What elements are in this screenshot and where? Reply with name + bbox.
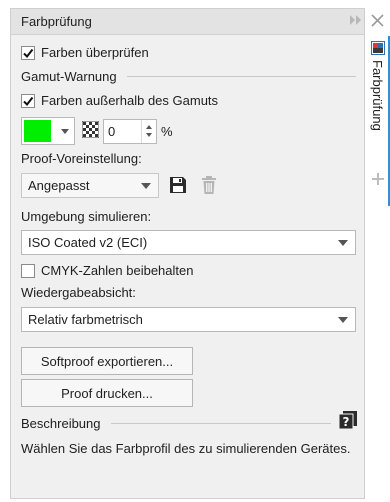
- chevron-down-icon: [61, 129, 69, 134]
- check-colors-row[interactable]: Farben überprüfen: [21, 45, 149, 60]
- rendering-intent-label: Wiedergabeabsicht:: [21, 285, 136, 300]
- preserve-cmyk-label: CMYK-Zahlen beibehalten: [41, 263, 194, 278]
- gamut-warning-title: Gamut-Warnung: [21, 69, 117, 84]
- section-divider: [110, 423, 331, 424]
- rendering-intent-select[interactable]: Relativ farbmetrisch: [21, 307, 356, 332]
- description-text: Wählen Sie das Farbprofil des zu simulie…: [21, 441, 351, 456]
- percent-unit: %: [161, 124, 173, 139]
- checkmark-icon: [23, 96, 34, 106]
- chevron-down-icon: [141, 183, 151, 189]
- simulate-env-label: Umgebung simulieren:: [21, 209, 152, 224]
- out-of-gamut-row[interactable]: Farben außerhalb des Gamuts: [21, 93, 218, 108]
- color-proof-icon: [371, 41, 385, 55]
- section-divider: [126, 76, 356, 77]
- chevron-up-icon[interactable]: [146, 125, 152, 129]
- simulate-env-value: ISO Coated v2 (ECI): [28, 235, 148, 250]
- panel-content: Farben überprüfen Gamut-Warnung Farben a…: [11, 36, 364, 499]
- svg-text:?: ?: [343, 415, 350, 429]
- out-of-gamut-checkbox[interactable]: [21, 93, 35, 108]
- chevron-down-icon: [338, 240, 348, 246]
- transparency-input[interactable]: 0: [103, 119, 157, 144]
- proof-preset-label: Proof-Voreinstellung:: [21, 151, 142, 166]
- proof-preset-value: Angepasst: [28, 178, 90, 193]
- panel-title: Farbprüfung: [21, 14, 92, 29]
- sidebar-tab-label: Farbprüfung: [370, 60, 385, 131]
- checkmark-icon: [23, 48, 34, 58]
- print-proof-button[interactable]: Proof drucken...: [21, 379, 193, 407]
- print-proof-label: Proof drucken...: [61, 385, 153, 401]
- gamut-color-picker[interactable]: [21, 117, 75, 145]
- description-section: Beschreibung: [21, 416, 331, 431]
- trash-icon[interactable]: [200, 175, 218, 195]
- check-colors-label: Farben überprüfen: [41, 45, 149, 60]
- close-icon[interactable]: [371, 14, 384, 27]
- preserve-cmyk-checkbox[interactable]: [21, 263, 35, 278]
- gamut-warning-section: Gamut-Warnung: [21, 69, 356, 84]
- check-colors-checkbox[interactable]: [21, 45, 35, 60]
- chevron-down-icon: [338, 317, 348, 323]
- transparency-value: 0: [108, 124, 116, 139]
- export-softproof-button[interactable]: Softproof exportieren...: [21, 347, 193, 375]
- help-icon[interactable]: ?: [338, 410, 358, 430]
- export-softproof-label: Softproof exportieren...: [40, 353, 174, 369]
- chevron-down-icon[interactable]: [146, 133, 152, 137]
- description-title: Beschreibung: [21, 416, 101, 431]
- plus-icon[interactable]: [371, 172, 385, 186]
- transparency-checker-icon: [82, 121, 99, 138]
- preserve-cmyk-row[interactable]: CMYK-Zahlen beibehalten: [21, 263, 193, 278]
- out-of-gamut-label: Farben außerhalb des Gamuts: [41, 93, 219, 108]
- color-proofing-panel: Farbprüfung Farben überprüfen Gamut-Warn…: [10, 8, 365, 499]
- double-chevron-right-icon[interactable]: [349, 14, 363, 26]
- rendering-intent-value: Relativ farbmetrisch: [28, 312, 143, 327]
- save-icon[interactable]: [168, 175, 188, 195]
- transparency-stepper[interactable]: [141, 120, 156, 143]
- simulate-env-select[interactable]: ISO Coated v2 (ECI): [21, 230, 356, 255]
- panel-titlebar: Farbprüfung: [11, 9, 364, 35]
- gamut-color-swatch: [24, 120, 51, 142]
- proof-preset-select[interactable]: Angepasst: [21, 173, 159, 198]
